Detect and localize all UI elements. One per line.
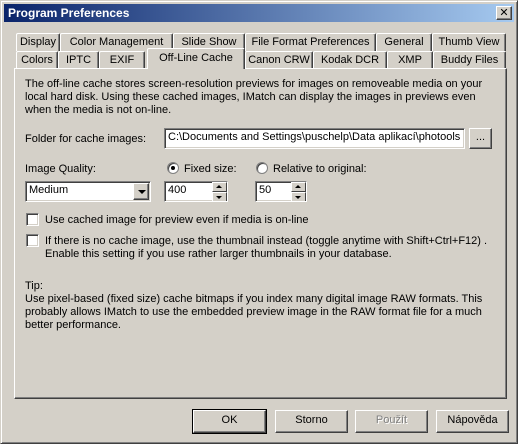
relative-spinner[interactable] [291, 182, 306, 201]
tab-buddy-files[interactable]: Buddy Files [433, 51, 506, 69]
fixed-size-spinner[interactable] [212, 182, 227, 201]
use-cached-label: Use cached image for preview even if med… [45, 214, 309, 226]
tab-label: File Format Preferences [251, 36, 370, 48]
image-quality-label: Image Quality: [25, 163, 96, 175]
window-title: Program Preferences [8, 6, 130, 20]
use-cached-checkbox[interactable] [26, 213, 39, 226]
tab-label: Kodak DCR [320, 54, 380, 66]
tab-kodak-dcr[interactable]: Kodak DCR [313, 51, 387, 69]
tab-thumb-view[interactable]: Thumb View [432, 33, 506, 51]
tab-label: Color Management [69, 36, 164, 48]
image-quality-select[interactable]: Medium [25, 181, 151, 202]
spin-up-icon[interactable] [212, 182, 227, 192]
tab-label: Colors [21, 54, 53, 66]
relative-radio[interactable] [256, 162, 268, 174]
tab-label: Canon CRW [248, 54, 310, 66]
relative-input[interactable]: 50 [255, 181, 307, 202]
tab-exif[interactable]: EXIF [99, 51, 145, 69]
close-icon: ✕ [499, 6, 509, 19]
tab-off-line-cache[interactable]: Off-Line Cache [147, 48, 245, 69]
title-bar[interactable]: Program Preferences ✕ [4, 4, 514, 22]
use-thumbnail-checkbox[interactable] [26, 234, 39, 247]
tab-label: Off-Line Cache [159, 52, 233, 64]
image-quality-value: Medium [29, 184, 69, 196]
tab-label: Slide Show [181, 36, 237, 48]
cache-folder-value: C:\Documents and Settings\puschelp\Data … [168, 131, 461, 143]
off-line-cache-panel: The off-line cache stores screen-resolut… [14, 68, 507, 399]
tab-colors[interactable]: Colors [16, 51, 58, 69]
use-thumbnail-label-line1: If there is no cache image, use the thum… [45, 235, 488, 247]
close-button[interactable]: ✕ [496, 6, 512, 20]
fixed-size-label: Fixed size: [184, 163, 237, 175]
tab-xmp[interactable]: XMP [387, 51, 433, 69]
tab-label: XMP [398, 54, 422, 66]
cancel-button[interactable]: Storno [275, 410, 348, 433]
tab-label: EXIF [109, 54, 135, 66]
tab-display[interactable]: Display [16, 33, 60, 51]
cache-folder-input[interactable]: C:\Documents and Settings\puschelp\Data … [164, 128, 465, 149]
tab-label: General [384, 36, 424, 48]
apply-button[interactable]: Použít [355, 410, 428, 433]
spin-down-icon[interactable] [291, 192, 306, 201]
browse-folder-button[interactable]: ... [469, 128, 492, 149]
cache-description: The off-line cache stores screen-resolut… [25, 78, 483, 116]
tab-canon-crw[interactable]: Canon CRW [245, 51, 313, 69]
tab-label: Thumb View [438, 36, 500, 48]
tip-text: Use pixel-based (fixed size) cache bitma… [25, 293, 483, 331]
chevron-down-icon[interactable] [133, 183, 149, 200]
tab-file-format-preferences[interactable]: File Format Preferences [245, 33, 376, 51]
tab-label: Buddy Files [440, 54, 499, 66]
tab-iptc[interactable]: IPTC [58, 51, 99, 69]
fixed-size-value: 400 [168, 184, 187, 196]
tip-title: Tip: [25, 280, 43, 292]
tab-general[interactable]: General [376, 33, 432, 51]
spin-down-icon[interactable] [212, 192, 227, 201]
tab-label: Display [19, 36, 57, 48]
relative-label: Relative to original: [273, 163, 367, 175]
spin-up-icon[interactable] [291, 182, 306, 192]
relative-value: 50 [259, 184, 272, 196]
ok-button[interactable]: OK [192, 409, 267, 434]
program-preferences-dialog: Program Preferences ✕ Display Color Mana… [0, 0, 518, 444]
fixed-size-radio[interactable] [167, 162, 179, 174]
help-button[interactable]: Nápověda [436, 410, 509, 433]
use-thumbnail-label-line2: Enable this setting if you use rather la… [45, 248, 392, 260]
folder-label: Folder for cache images: [25, 133, 147, 145]
tab-label: IPTC [65, 54, 92, 66]
fixed-size-input[interactable]: 400 [164, 181, 228, 202]
